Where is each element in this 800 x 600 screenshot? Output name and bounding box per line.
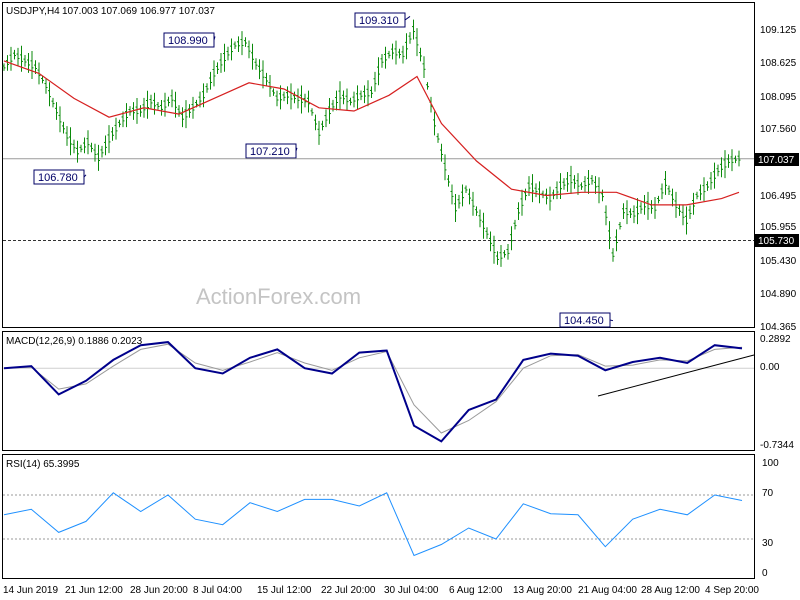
price-header-symbol: USDJPY,H4 — [6, 6, 60, 17]
time-tick: 30 Jul 04:00 — [384, 585, 439, 596]
price-tick: 105.955 — [760, 222, 797, 233]
macd-pane — [2, 331, 755, 451]
rsi-tick-30: 30 — [762, 538, 774, 549]
time-tick: 15 Jul 12:00 — [257, 585, 312, 596]
callout-104450: 104.450 — [559, 312, 611, 328]
chart-canvas: ActionForex.com USDJPY,H4 107.003 107.06… — [2, 2, 799, 596]
price-tick: 104.890 — [760, 289, 797, 300]
macd-tick-bottom: -0.7344 — [760, 440, 794, 451]
price-tick: 104.365 — [760, 322, 797, 333]
price-tick: 107.560 — [760, 124, 797, 135]
price-tick: 106.495 — [760, 191, 797, 202]
rsi-pane — [2, 454, 755, 579]
price-tick: 108.625 — [760, 58, 797, 69]
callout-label: 107.210 — [250, 146, 290, 158]
time-tick: 22 Jul 20:00 — [321, 585, 376, 596]
callout-label: 104.450 — [564, 315, 604, 327]
callout-109310: 109.310 — [354, 12, 406, 28]
price-header-ohlc: 107.003 107.069 106.977 107.037 — [62, 6, 215, 17]
time-axis: 14 Jun 2019 21 Jun 12:00 28 Jun 20:00 8 … — [3, 585, 759, 596]
rsi-tick-70: 70 — [762, 488, 774, 499]
watermark: ActionForex.com — [196, 284, 361, 309]
callout-108990: 108.990 — [163, 32, 215, 48]
price-tick: 108.095 — [760, 92, 797, 103]
time-tick: 21 Jun 12:00 — [65, 585, 123, 596]
support-level-label: 105.730 — [758, 236, 795, 247]
price-tick: 109.125 — [760, 25, 797, 36]
callout-106780: 106.780 — [33, 169, 85, 185]
callout-107210: 107.210 — [245, 143, 297, 159]
rsi-header: RSI(14) 65.3995 — [6, 459, 80, 470]
price-pane — [2, 2, 755, 328]
rsi-tick-100: 100 — [762, 458, 779, 469]
price-axis: 109.125 108.625 108.095 107.560 106.495 … — [760, 25, 797, 333]
callout-leader — [609, 319, 614, 322]
callout-label: 106.780 — [38, 172, 78, 184]
callout-label: 108.990 — [168, 35, 208, 47]
price-tick: 105.430 — [760, 256, 797, 267]
macd-header: MACD(12,26,9) 0.1886 0.2023 — [6, 336, 143, 347]
time-tick: 28 Jun 20:00 — [130, 585, 188, 596]
rsi-tick-0: 0 — [762, 568, 768, 579]
macd-tick-top: 0.2892 — [760, 334, 791, 345]
time-tick: 28 Aug 12:00 — [641, 585, 700, 596]
time-tick: 14 Jun 2019 — [3, 585, 58, 596]
time-tick: 13 Aug 20:00 — [513, 585, 572, 596]
callout-label: 109.310 — [359, 15, 399, 27]
time-tick: 8 Jul 04:00 — [193, 585, 242, 596]
time-tick: 4 Sep 20:00 — [705, 585, 759, 596]
macd-tick-zero: 0.00 — [760, 362, 780, 373]
current-price-label: 107.037 — [758, 155, 795, 166]
time-tick: 21 Aug 04:00 — [578, 585, 637, 596]
time-tick: 6 Aug 12:00 — [449, 585, 503, 596]
